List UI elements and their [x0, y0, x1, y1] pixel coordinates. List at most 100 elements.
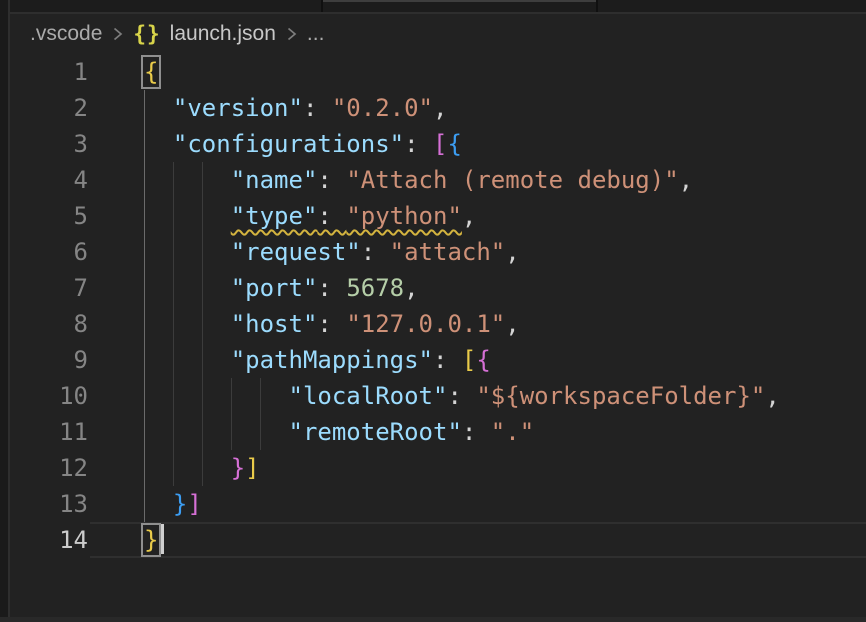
code-line-7[interactable]: 7 "port": 5678,	[10, 270, 866, 306]
token-punct: :	[317, 274, 346, 302]
line-number[interactable]: 5	[10, 198, 88, 234]
code-line-9[interactable]: 9 "pathMappings": [{	[10, 342, 866, 378]
vscode-window: .vscode {} launch.json ... 1{2 "version"…	[0, 0, 866, 622]
indent-guide	[202, 198, 203, 234]
token-punct: :	[317, 202, 346, 230]
line-content: {	[88, 54, 866, 90]
indent-guide	[202, 414, 203, 450]
indent-guide	[144, 234, 145, 270]
token-str: "${workspaceFolder}"	[476, 382, 765, 410]
line-number[interactable]: 1	[10, 54, 88, 90]
line-number[interactable]: 7	[10, 270, 88, 306]
line-number[interactable]: 8	[10, 306, 88, 342]
line-number[interactable]: 10	[10, 378, 88, 414]
code-line-8[interactable]: 8 "host": "127.0.0.1",	[10, 306, 866, 342]
token-b2: [	[433, 130, 447, 158]
token-key: "pathMappings"	[231, 346, 433, 374]
tab-bar	[10, 0, 866, 14]
indent-guide	[202, 378, 203, 414]
code-line-10[interactable]: 10 "localRoot": "${workspaceFolder}",	[10, 378, 866, 414]
breadcrumb-file[interactable]: launch.json	[170, 22, 276, 46]
indent-guide	[144, 414, 145, 450]
breadcrumb-folder[interactable]: .vscode	[30, 22, 102, 46]
line-content: "version": "0.2.0",	[88, 90, 866, 126]
tab-edge-center[interactable]	[323, 0, 596, 12]
code-line-4[interactable]: 4 "name": "Attach (remote debug)",	[10, 162, 866, 198]
line-content: "request": "attach",	[88, 234, 866, 270]
indent-guide	[144, 198, 145, 234]
line-number[interactable]: 12	[10, 450, 88, 486]
code-line-3[interactable]: 3 "configurations": [{	[10, 126, 866, 162]
token-ind	[144, 310, 231, 338]
indent-guide	[173, 306, 174, 342]
token-punct: ,	[404, 274, 418, 302]
line-number[interactable]: 14	[10, 522, 88, 558]
token-punct: ,	[765, 382, 779, 410]
line-content: "type": "python",	[88, 198, 866, 234]
token-punct: :	[317, 310, 346, 338]
line-content: "remoteRoot": "."	[88, 414, 866, 450]
code-line-1[interactable]: 1{	[10, 54, 866, 90]
token-ind	[144, 202, 231, 230]
token-str: "0.2.0"	[332, 94, 433, 122]
sidebar-editor-divider[interactable]	[0, 0, 10, 622]
line-content: }	[88, 522, 866, 558]
indent-guide	[202, 342, 203, 378]
indent-guide	[202, 162, 203, 198]
code-line-14[interactable]: 14}	[10, 522, 866, 558]
code-line-5[interactable]: 5 "type": "python",	[10, 198, 866, 234]
indent-guide	[202, 306, 203, 342]
matched-bracket: }	[144, 526, 158, 554]
indent-guide	[144, 486, 145, 522]
token-ind	[144, 130, 173, 158]
token-b2: ]	[187, 490, 201, 518]
line-number[interactable]: 9	[10, 342, 88, 378]
token-ind	[144, 418, 289, 446]
code-line-6[interactable]: 6 "request": "attach",	[10, 234, 866, 270]
token-punct: ,	[505, 310, 519, 338]
token-ind	[144, 274, 231, 302]
line-number[interactable]: 13	[10, 486, 88, 522]
token-punct: ,	[679, 166, 693, 194]
token-punct: :	[433, 346, 462, 374]
token-ind	[144, 94, 173, 122]
token-punct: ,	[505, 238, 519, 266]
line-number[interactable]: 11	[10, 414, 88, 450]
indent-guide	[144, 342, 145, 378]
code-editor[interactable]: 1{2 "version": "0.2.0",3 "configurations…	[10, 54, 866, 558]
editor-group: .vscode {} launch.json ... 1{2 "version"…	[10, 0, 866, 622]
line-number[interactable]: 4	[10, 162, 88, 198]
token-key: "type"	[231, 202, 318, 230]
token-ind	[144, 346, 231, 374]
breadcrumb-symbol-path[interactable]: ...	[307, 22, 325, 46]
indent-guide	[260, 414, 261, 450]
indent-guide	[173, 378, 174, 414]
token-punct: :	[447, 382, 476, 410]
indent-guide	[202, 450, 203, 486]
token-punct: :	[361, 238, 390, 266]
token-str: "Attach (remote debug)"	[346, 166, 678, 194]
line-number[interactable]: 6	[10, 234, 88, 270]
token-key: "remoteRoot"	[289, 418, 462, 446]
indent-guide	[202, 234, 203, 270]
code-line-11[interactable]: 11 "remoteRoot": "."	[10, 414, 866, 450]
tab-edge-left[interactable]	[10, 0, 321, 12]
code-line-2[interactable]: 2 "version": "0.2.0",	[10, 90, 866, 126]
line-content: "configurations": [{	[88, 126, 866, 162]
indent-guide	[173, 450, 174, 486]
token-punct: ,	[433, 94, 447, 122]
line-number[interactable]: 3	[10, 126, 88, 162]
line-number[interactable]: 2	[10, 90, 88, 126]
token-b1: ]	[245, 454, 259, 482]
line-content: "pathMappings": [{	[88, 342, 866, 378]
token-b1: [	[462, 346, 476, 374]
tab-edge-right[interactable]	[598, 0, 866, 12]
token-key: "host"	[231, 310, 318, 338]
indent-guide	[231, 378, 232, 414]
indent-guide	[173, 234, 174, 270]
code-line-12[interactable]: 12 }]	[10, 450, 866, 486]
token-ind	[144, 382, 289, 410]
token-b3: }	[173, 490, 187, 518]
code-line-13[interactable]: 13 }]	[10, 486, 866, 522]
line-content: }]	[88, 450, 866, 486]
